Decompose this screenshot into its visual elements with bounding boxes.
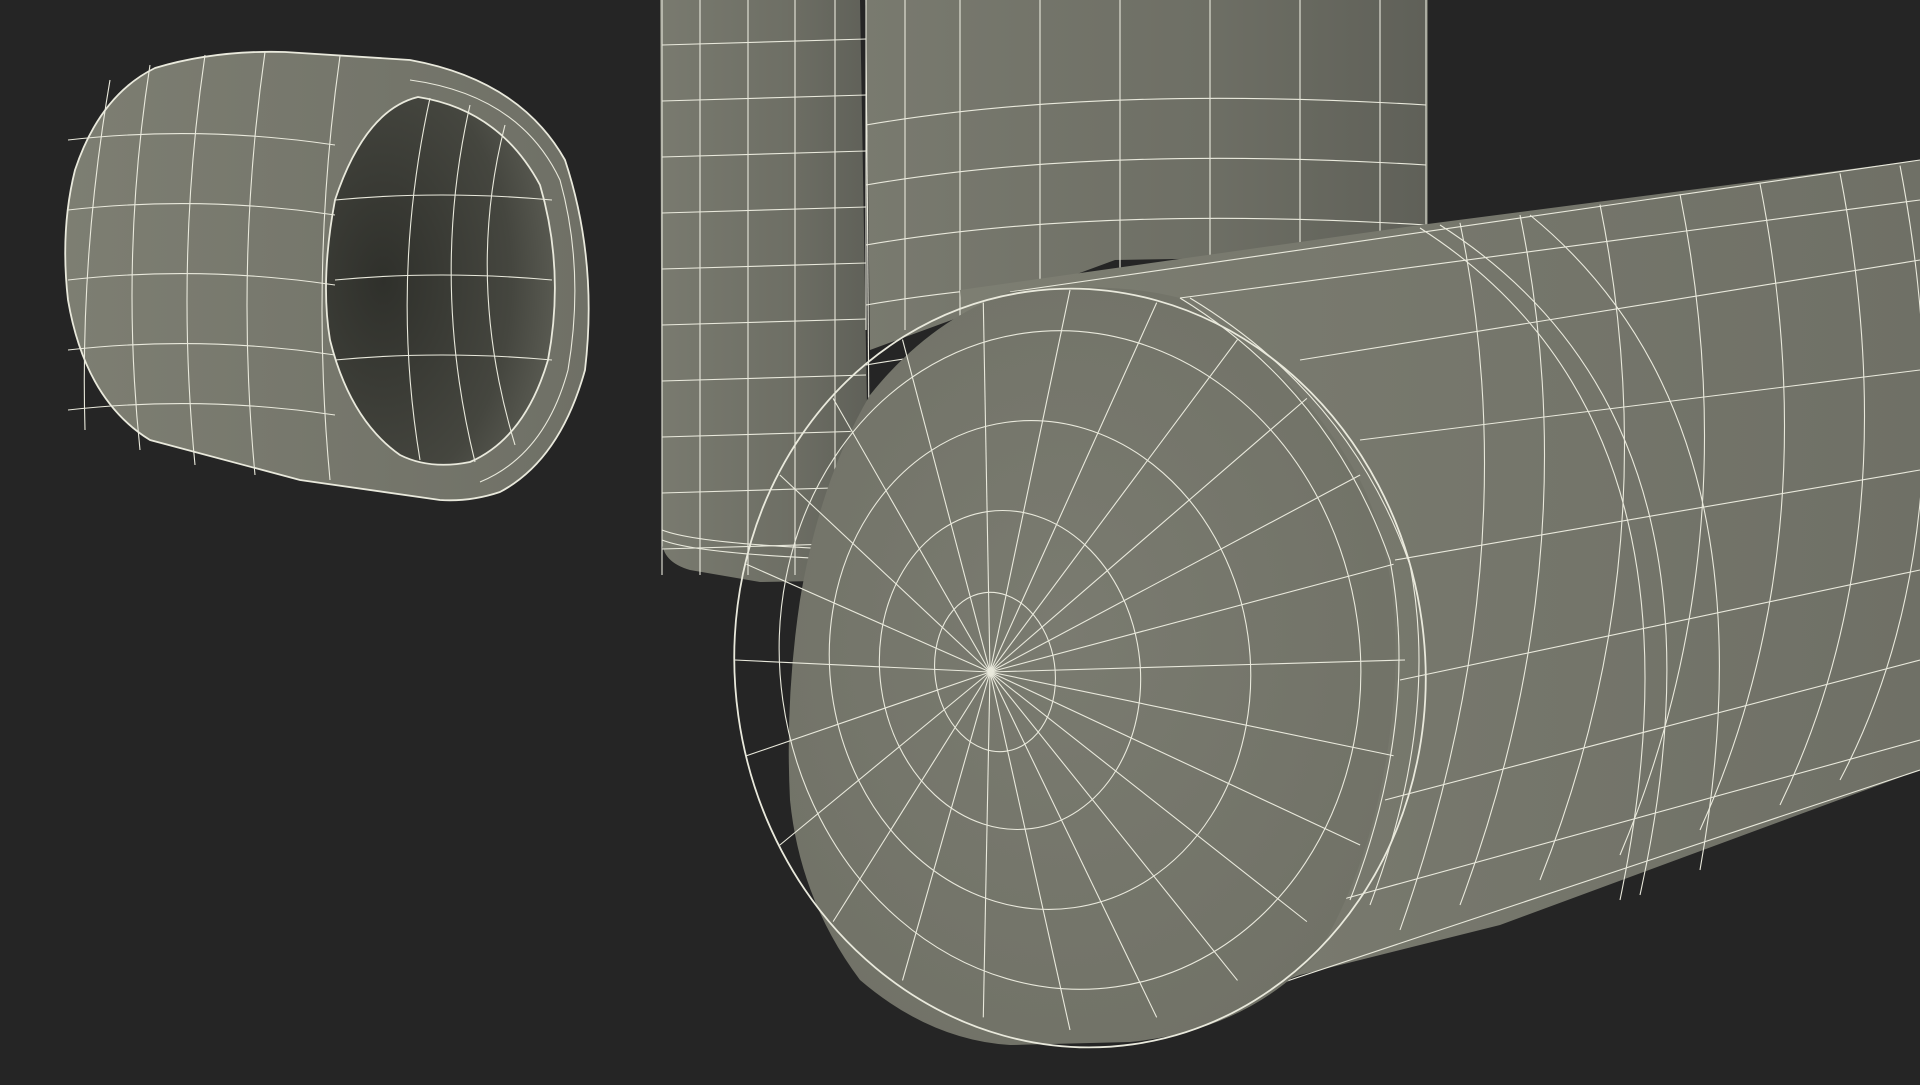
render-viewport: [0, 0, 1920, 1080]
short-open-ring-tube: [64, 50, 590, 502]
wireframe-scene: [64, 0, 1920, 1049]
